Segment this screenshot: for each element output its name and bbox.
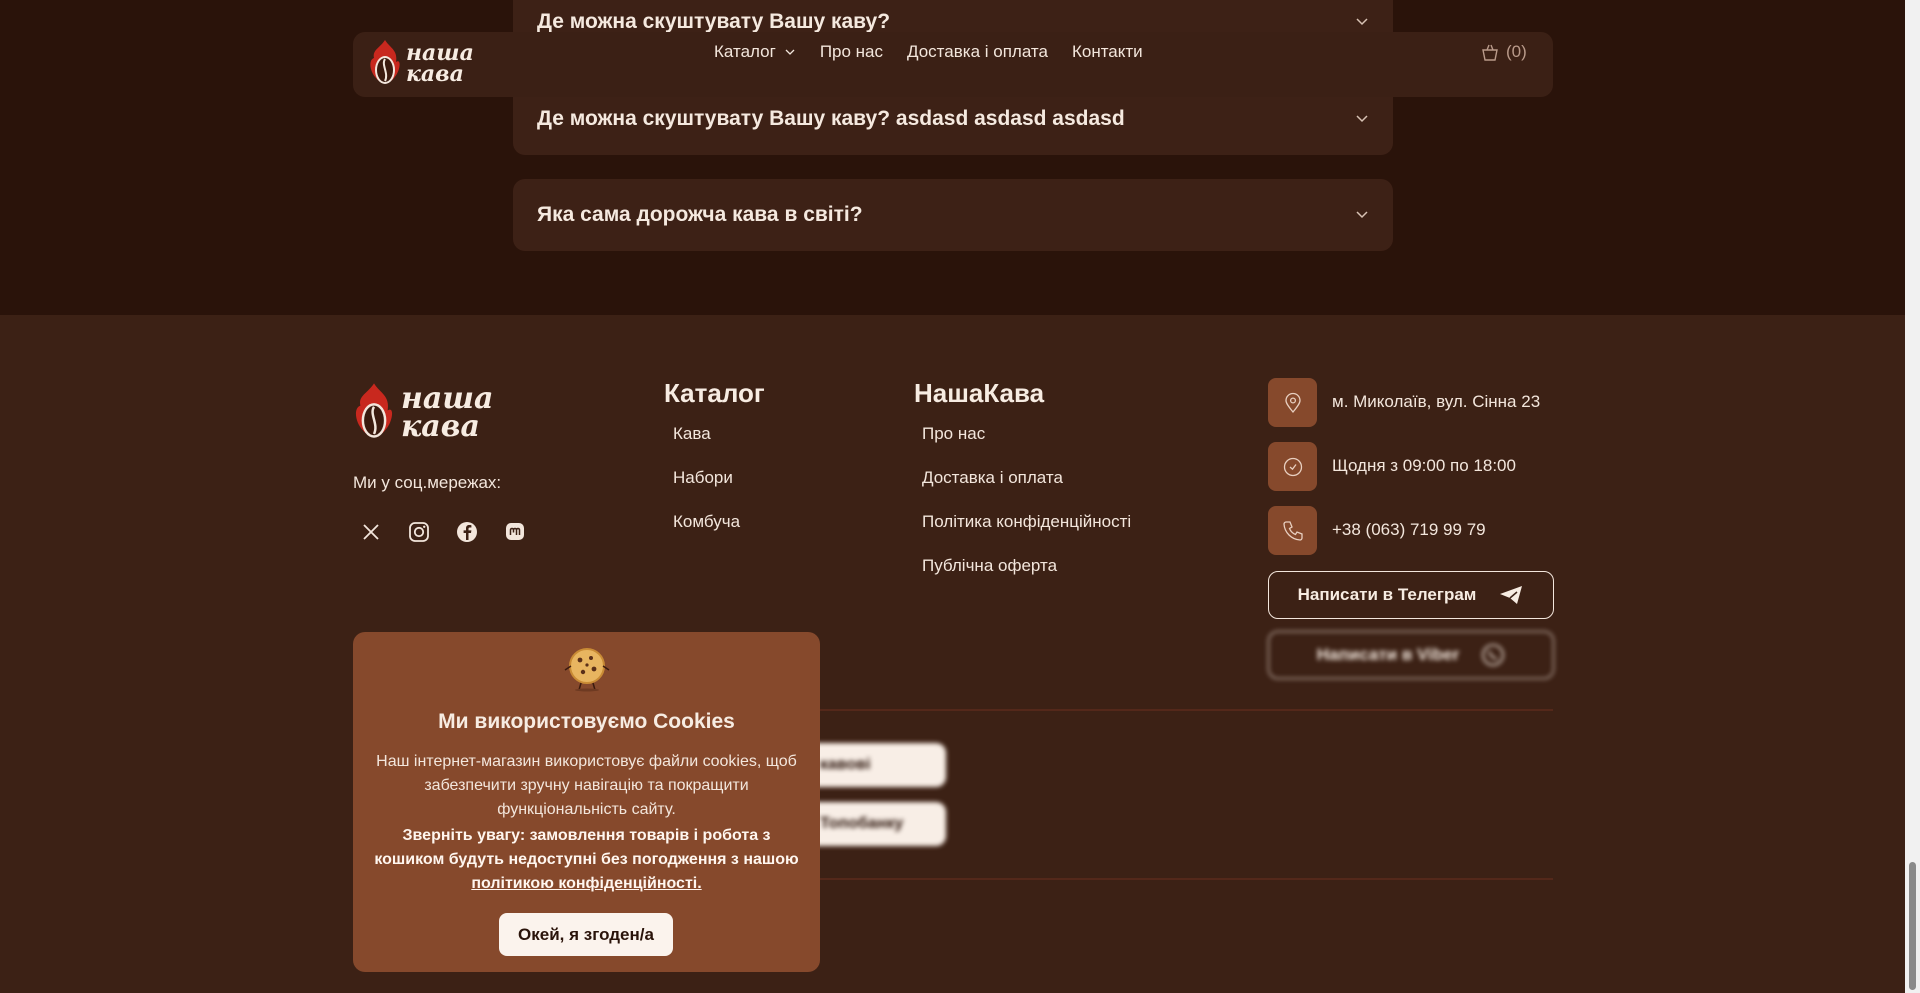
footer-pill-label: кавові <box>820 756 871 773</box>
chevron-down-icon <box>785 49 795 55</box>
cookie-body: Наш інтернет-магазин використовує файли … <box>376 753 797 818</box>
basket-icon <box>1482 44 1498 61</box>
contact-address: м. Миколаїв, вул. Сінна 23 <box>1332 392 1541 411</box>
footer-logo[interactable]: наша кава <box>353 378 494 448</box>
cart-button[interactable]: (0) <box>1480 42 1527 62</box>
nav-item-delivery[interactable]: Доставка і оплата <box>907 42 1048 62</box>
cookie-warning-text: Зверніть увагу: замовлення товарів і роб… <box>374 827 799 868</box>
facebook-icon[interactable] <box>453 518 481 546</box>
faq-question: Де можна скуштувату Вашу каву? <box>537 10 891 33</box>
x-icon[interactable] <box>357 518 385 546</box>
logo-line-2: кава <box>406 61 464 87</box>
footer-link-offer[interactable]: Публічна оферта <box>922 556 1057 576</box>
privacy-policy-link[interactable]: політикою конфіденційності. <box>471 875 701 892</box>
scrollbar-thumb[interactable] <box>1909 862 1916 990</box>
footer-link-about[interactable]: Про нас <box>922 424 985 444</box>
cart-count: (0) <box>1506 42 1527 61</box>
faq-question: Де можна скуштувату Вашу каву? asdasd as… <box>537 107 1125 130</box>
scrollbar[interactable] <box>1905 0 1920 993</box>
viber-icon <box>1482 644 1505 666</box>
nav-item-label: Каталог <box>714 42 776 61</box>
header-logo[interactable]: наша кава <box>368 38 474 90</box>
site-footer <box>0 315 1905 993</box>
cookie-banner: Ми використовуємо Cookies Наш інтернет-м… <box>353 632 820 972</box>
coffee-bean-flame-icon <box>370 40 400 84</box>
logo-line-2: кава <box>401 409 480 444</box>
footer-link-delivery[interactable]: Доставка і оплата <box>922 468 1063 488</box>
viber-button-label: Написати в Viber <box>1316 645 1460 664</box>
chevron-down-icon <box>1356 115 1368 123</box>
cookie-icon <box>564 648 610 692</box>
contact-phone[interactable]: +38 (063) 719 99 79 <box>1332 520 1486 540</box>
contact-hours: Щодня з 09:00 по 18:00 <box>1332 456 1516 475</box>
footer-catalog-title: Каталог <box>664 378 765 408</box>
chevron-down-icon <box>1356 211 1368 219</box>
cookie-accept-button[interactable]: Окей, я згоден/а <box>499 913 673 956</box>
footer-link-coffee[interactable]: Кава <box>673 424 711 444</box>
footer-pill-label: Топобанку <box>820 815 904 832</box>
nav-item-contacts[interactable]: Контакти <box>1072 42 1143 62</box>
viber-button[interactable]: Написати в Viber <box>1268 631 1554 679</box>
footer-link-privacy[interactable]: Політика конфіденційності <box>922 512 1131 532</box>
clock-icon <box>1268 442 1317 491</box>
location-pin-icon <box>1268 378 1317 427</box>
cookie-warning: Зверніть увагу: замовлення товарів і роб… <box>367 824 806 896</box>
faq-question: Яка сама дорожча кава в світі? <box>537 203 863 226</box>
footer-link-kombucha[interactable]: Комбуча <box>673 512 740 532</box>
coffee-bean-flame-icon <box>355 383 393 438</box>
telegram-button[interactable]: Написати в Телеграм <box>1268 571 1554 619</box>
mastodon-icon[interactable] <box>501 518 529 546</box>
phone-icon[interactable] <box>1268 506 1317 555</box>
telegram-button-label: Написати в Телеграм <box>1297 585 1477 604</box>
footer-company-title: НашаКава <box>914 378 1045 408</box>
faq-item[interactable]: Яка сама дорожча кава в світі? <box>513 179 1393 251</box>
social-label: Ми у соц.мережах: <box>353 473 502 492</box>
chevron-down-icon <box>1356 18 1368 26</box>
nav-item-about[interactable]: Про нас <box>820 42 883 62</box>
telegram-icon <box>1500 586 1523 604</box>
footer-link-sets[interactable]: Набори <box>673 468 733 488</box>
main-nav: Каталог Про нас Доставка і оплата Контак… <box>714 40 1143 64</box>
cookie-title: Ми використовуємо Cookies <box>438 710 735 733</box>
instagram-icon[interactable] <box>405 518 433 546</box>
nav-item-catalog[interactable]: Каталог <box>714 42 796 62</box>
